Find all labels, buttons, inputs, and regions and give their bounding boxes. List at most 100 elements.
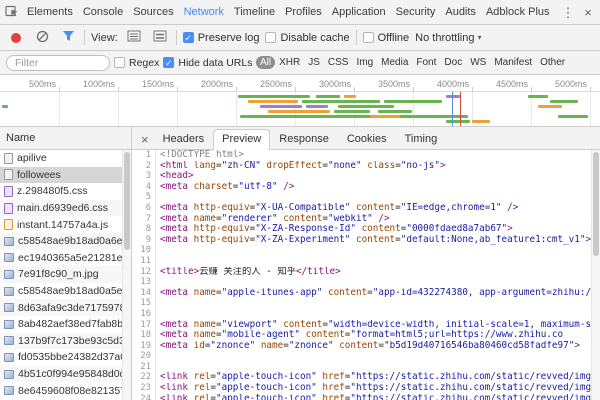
record-button[interactable] <box>6 28 26 48</box>
request-row[interactable]: ec1940365a5e21281e1936b… <box>0 250 131 267</box>
request-row[interactable]: fd0535bbe24382d37a0ef35d… <box>0 349 131 366</box>
request-row[interactable]: c58548ae9b18ad0a5e79f64e… <box>0 283 131 300</box>
tab-elements[interactable]: Elements <box>22 0 78 24</box>
waterfall-bar <box>446 95 460 98</box>
filter-input[interactable] <box>6 55 110 71</box>
filter-pill-xhr[interactable]: XHR <box>276 56 304 69</box>
scrollbar-thumb[interactable] <box>124 152 130 250</box>
tab-security[interactable]: Security <box>391 0 441 24</box>
scrollbar-thumb[interactable] <box>593 152 599 256</box>
gridline <box>118 92 119 126</box>
filter-pill-css[interactable]: CSS <box>324 56 352 69</box>
line-number: 22 <box>132 372 156 383</box>
view-large-rows-button[interactable] <box>150 28 170 48</box>
token: "width=device-width, initial-scale=1, ma… <box>328 320 600 330</box>
filter-pill-other[interactable]: Other <box>537 56 569 69</box>
filter-pill-js[interactable]: JS <box>305 56 324 69</box>
token: "IE=edge,chrome=1" <box>401 203 502 213</box>
filter-pill-manifest[interactable]: Manifest <box>491 56 536 69</box>
line-number: 20 <box>132 351 156 362</box>
line-number: 8 <box>132 224 156 235</box>
view-small-rows-button[interactable] <box>124 28 144 48</box>
detail-tab-response[interactable]: Response <box>270 129 338 149</box>
token: "viewport" <box>222 320 278 330</box>
request-row[interactable]: 137b9f7c173be93c5d35fe4c2… <box>0 333 131 350</box>
request-row[interactable]: c58548ae9b18ad0a6e853290649e4… <box>0 233 131 250</box>
request-name: 8d63afa9c3de7175978fae5d… <box>18 302 127 314</box>
offline-toggle[interactable]: Offline <box>363 32 410 44</box>
filter-toggle-button[interactable] <box>58 28 78 48</box>
offline-label: Offline <box>378 32 410 44</box>
code-line: 13 <box>132 277 600 288</box>
token: "apple-touch-icon" <box>216 383 317 393</box>
tab-application[interactable]: Application <box>327 0 391 24</box>
line-number: 5 <box>132 192 156 203</box>
request-row[interactable]: 8ab482aef38ed7fab8bd4314… <box>0 316 131 333</box>
throttling-value: No throttling <box>415 32 474 44</box>
request-name: 4b51c0f994e95848d0d0da90… <box>18 368 127 380</box>
request-row[interactable]: followees <box>0 167 131 184</box>
gridline <box>590 92 591 126</box>
disable-cache-checkbox <box>265 32 276 43</box>
request-row[interactable]: z.298480f5.css <box>0 183 131 200</box>
waterfall-overview[interactable] <box>0 92 600 127</box>
token: <html <box>160 161 188 171</box>
code-line: 1<!DOCTYPE html> <box>132 150 600 161</box>
detail-tab-preview[interactable]: Preview <box>213 129 270 150</box>
tab-timeline[interactable]: Timeline <box>229 0 280 24</box>
clear-button[interactable] <box>32 28 52 48</box>
hide-data-urls-checkbox: ✓ <box>163 57 174 68</box>
disable-cache-toggle[interactable]: Disable cache <box>265 32 349 44</box>
regex-label: Regex <box>129 57 159 69</box>
load-event-line <box>460 92 461 126</box>
devtools-menu-button[interactable]: ⋮ <box>558 2 578 22</box>
name-column-header[interactable]: Name <box>0 127 132 150</box>
request-row[interactable]: 8d63afa9c3de7175978fae5d… <box>0 299 131 316</box>
request-row[interactable]: apilive <box>0 150 131 167</box>
tab-adblock-plus[interactable]: Adblock Plus <box>481 0 555 24</box>
tick-mark <box>472 87 473 91</box>
regex-toggle[interactable]: Regex <box>114 57 159 69</box>
line-number: 15 <box>132 298 156 309</box>
throttling-select[interactable]: No throttling ▾ <box>415 32 481 44</box>
tab-sources[interactable]: Sources <box>128 0 178 24</box>
tab-profiles[interactable]: Profiles <box>280 0 327 24</box>
img-file-icon <box>4 287 14 296</box>
detail-tab-headers[interactable]: Headers <box>154 129 214 149</box>
filter-pill-media[interactable]: Media <box>378 56 412 69</box>
token: <meta <box>160 320 188 330</box>
request-name: instant.14757a4a.js <box>17 219 108 231</box>
waterfall-bar <box>550 100 578 103</box>
devtools-close-button[interactable]: × <box>578 2 598 22</box>
request-row[interactable]: main.d6939ed6.css <box>0 200 131 217</box>
inspect-button[interactable] <box>2 2 22 22</box>
detail-tab-strip: HeadersPreviewResponseCookiesTiming <box>154 127 447 149</box>
token: "mobile-agent" <box>222 330 300 340</box>
tab-console[interactable]: Console <box>78 0 128 24</box>
request-row[interactable]: 8e6459608f08e82135737f0c7… <box>0 382 131 399</box>
timeline-ruler: 500ms1000ms1500ms2000ms2500ms3000ms3500m… <box>0 75 600 92</box>
filter-pill-font[interactable]: Font <box>413 56 440 69</box>
token: name <box>261 341 283 351</box>
filter-bar: Regex ✓ Hide data URLs AllXHRJSCSSImgMed… <box>0 51 600 75</box>
tab-network[interactable]: Network <box>179 0 229 24</box>
css-file-icon <box>4 186 13 197</box>
filter-pill-doc[interactable]: Doc <box>441 56 466 69</box>
filter-pill-img[interactable]: Img <box>353 56 377 69</box>
filter-pill-ws[interactable]: WS <box>467 56 490 69</box>
hide-data-urls-toggle[interactable]: ✓ Hide data URLs <box>163 57 252 69</box>
request-row[interactable]: 4b51c0f994e95848d0d0da90… <box>0 366 131 383</box>
detail-tab-bar: × HeadersPreviewResponseCookiesTiming <box>132 127 600 150</box>
request-row[interactable]: instant.14757a4a.js <box>0 216 131 233</box>
request-name: 137b9f7c173be93c5d35fe4c2… <box>18 335 127 347</box>
filter-pill-all[interactable]: All <box>256 56 274 69</box>
tab-audits[interactable]: Audits <box>440 0 481 24</box>
detail-tab-cookies[interactable]: Cookies <box>338 129 396 149</box>
line-content: <meta charset="utf-8" /> <box>156 182 294 193</box>
request-name: c58548ae9b18ad0a5e79f64e… <box>18 285 127 297</box>
code-line: 8<meta http-equiv="X-ZA-Response-Id" con… <box>132 224 600 235</box>
detail-close-button[interactable]: × <box>134 133 154 149</box>
preserve-log-toggle[interactable]: ✓ Preserve log <box>183 32 260 44</box>
request-row[interactable]: 7e91f8c90_m.jpg <box>0 266 131 283</box>
detail-tab-timing[interactable]: Timing <box>396 129 447 149</box>
